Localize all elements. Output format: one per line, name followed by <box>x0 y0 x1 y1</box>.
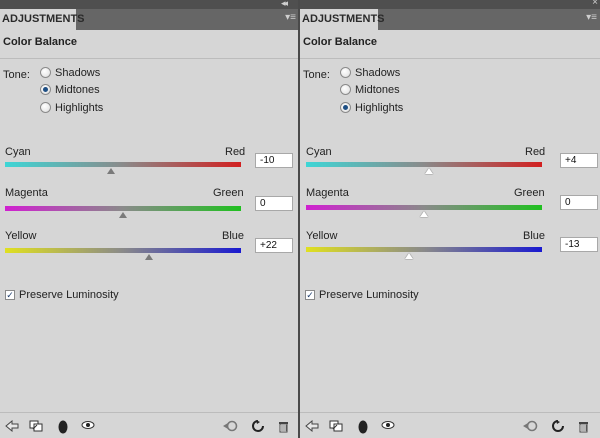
tone-label: Tone: <box>3 69 30 81</box>
previous-state-icon[interactable] <box>222 420 238 432</box>
collapse-icon[interactable]: ◂◂ <box>281 0 288 9</box>
slider-yellow-blue-track[interactable] <box>5 248 241 253</box>
preserve-luminosity-checkbox[interactable]: ✓ <box>5 290 15 300</box>
back-arrow-icon[interactable] <box>5 420 19 432</box>
preserve-luminosity-checkbox[interactable]: ✓ <box>305 290 315 300</box>
previous-state-icon[interactable] <box>522 420 538 432</box>
slider-yellow-blue-thumb[interactable] <box>404 253 413 259</box>
page-title: Color Balance <box>3 36 77 48</box>
slider-cyan-label: Cyan <box>5 146 31 158</box>
radio-circle[interactable] <box>340 84 351 95</box>
radio-label: Midtones <box>55 84 100 96</box>
slider-blue-label: Blue <box>523 230 546 242</box>
yellow-blue-value-field[interactable]: -13 <box>560 237 598 252</box>
visibility-circle-icon[interactable] <box>58 420 68 434</box>
slider-cyan-red-track[interactable] <box>5 162 241 167</box>
panel-bottom-toolbar <box>0 412 299 438</box>
radio-circle[interactable] <box>340 102 351 113</box>
radio-label: Midtones <box>355 84 400 96</box>
clip-to-layer-icon[interactable] <box>329 420 343 432</box>
divider <box>0 58 299 59</box>
tab-adjustments[interactable]: ADJUSTMENTS <box>0 9 85 30</box>
slider-cyan-red-track[interactable] <box>306 162 542 167</box>
slider-magenta-green-track[interactable] <box>5 206 241 211</box>
back-arrow-icon[interactable] <box>305 420 319 432</box>
slider-yellow-label: Yellow <box>306 230 338 242</box>
preserve-luminosity-label: Preserve Luminosity <box>319 289 419 301</box>
reset-icon[interactable] <box>552 420 564 432</box>
cyan-red-value-field[interactable]: +4 <box>560 153 598 168</box>
slider-magenta-green-thumb[interactable] <box>420 211 428 217</box>
slider-magenta-label: Magenta <box>306 187 349 199</box>
slider-magenta-green-thumb[interactable] <box>119 212 127 218</box>
tone-label: Tone: <box>303 69 330 81</box>
slider-yellow-blue-thumb[interactable] <box>144 254 153 260</box>
tab-row: ADJUSTMENTS ▾≡ <box>0 9 299 30</box>
panel-titlebar: × <box>300 0 600 9</box>
cyan-red-value-field[interactable]: -10 <box>255 153 293 168</box>
radio-circle[interactable] <box>40 84 51 95</box>
radio-label: Highlights <box>355 102 404 114</box>
radio-label: Shadows <box>355 67 401 79</box>
slider-yellow-blue-track[interactable] <box>306 247 542 252</box>
radio-circle[interactable] <box>40 67 51 78</box>
panel-bottom-toolbar <box>300 412 600 438</box>
yellow-blue-value-field[interactable]: +22 <box>255 238 293 253</box>
slider-cyan-label: Cyan <box>306 146 332 158</box>
panel-titlebar: ◂◂ <box>0 0 299 9</box>
slider-cyan-red-thumb[interactable] <box>107 168 116 174</box>
slider-cyan-red-thumb[interactable] <box>424 168 433 174</box>
panel-menu-icon[interactable]: ▾≡ <box>285 12 296 23</box>
slider-yellow-label: Yellow <box>5 230 37 242</box>
radio-label: Highlights <box>55 102 104 114</box>
tab-adjustments[interactable]: ADJUSTMENTS <box>300 9 385 30</box>
trash-icon[interactable] <box>578 420 589 433</box>
slider-magenta-label: Magenta <box>5 187 48 199</box>
slider-blue-label: Blue <box>222 230 245 242</box>
page-title: Color Balance <box>303 36 377 48</box>
close-icon[interactable]: × <box>592 0 598 8</box>
adjustments-panel-right: × ADJUSTMENTS ▾≡ Color Balance Tone: Sha… <box>300 0 600 438</box>
clip-to-layer-icon[interactable] <box>29 420 43 432</box>
eye-icon[interactable] <box>381 420 395 430</box>
panel-menu-icon[interactable]: ▾≡ <box>586 12 597 23</box>
slider-magenta-green-track[interactable] <box>306 205 542 210</box>
divider <box>300 58 600 59</box>
radio-circle[interactable] <box>340 67 351 78</box>
slider-green-label: Green <box>514 187 545 199</box>
slider-green-label: Green <box>213 187 244 199</box>
magenta-green-value-field[interactable]: 0 <box>255 196 293 211</box>
adjustments-panel-left: ◂◂ ADJUSTMENTS ▾≡ Color Balance Tone: Sh… <box>0 0 299 438</box>
tab-row: ADJUSTMENTS ▾≡ <box>300 9 600 30</box>
slider-red-label: Red <box>225 146 246 158</box>
magenta-green-value-field[interactable]: 0 <box>560 195 598 210</box>
visibility-circle-icon[interactable] <box>358 420 368 434</box>
radio-circle[interactable] <box>40 102 51 113</box>
reset-icon[interactable] <box>252 420 264 432</box>
slider-red-label: Red <box>525 146 546 158</box>
radio-label: Shadows <box>55 67 101 79</box>
eye-icon[interactable] <box>81 420 95 430</box>
trash-icon[interactable] <box>278 420 289 433</box>
preserve-luminosity-label: Preserve Luminosity <box>19 289 119 301</box>
